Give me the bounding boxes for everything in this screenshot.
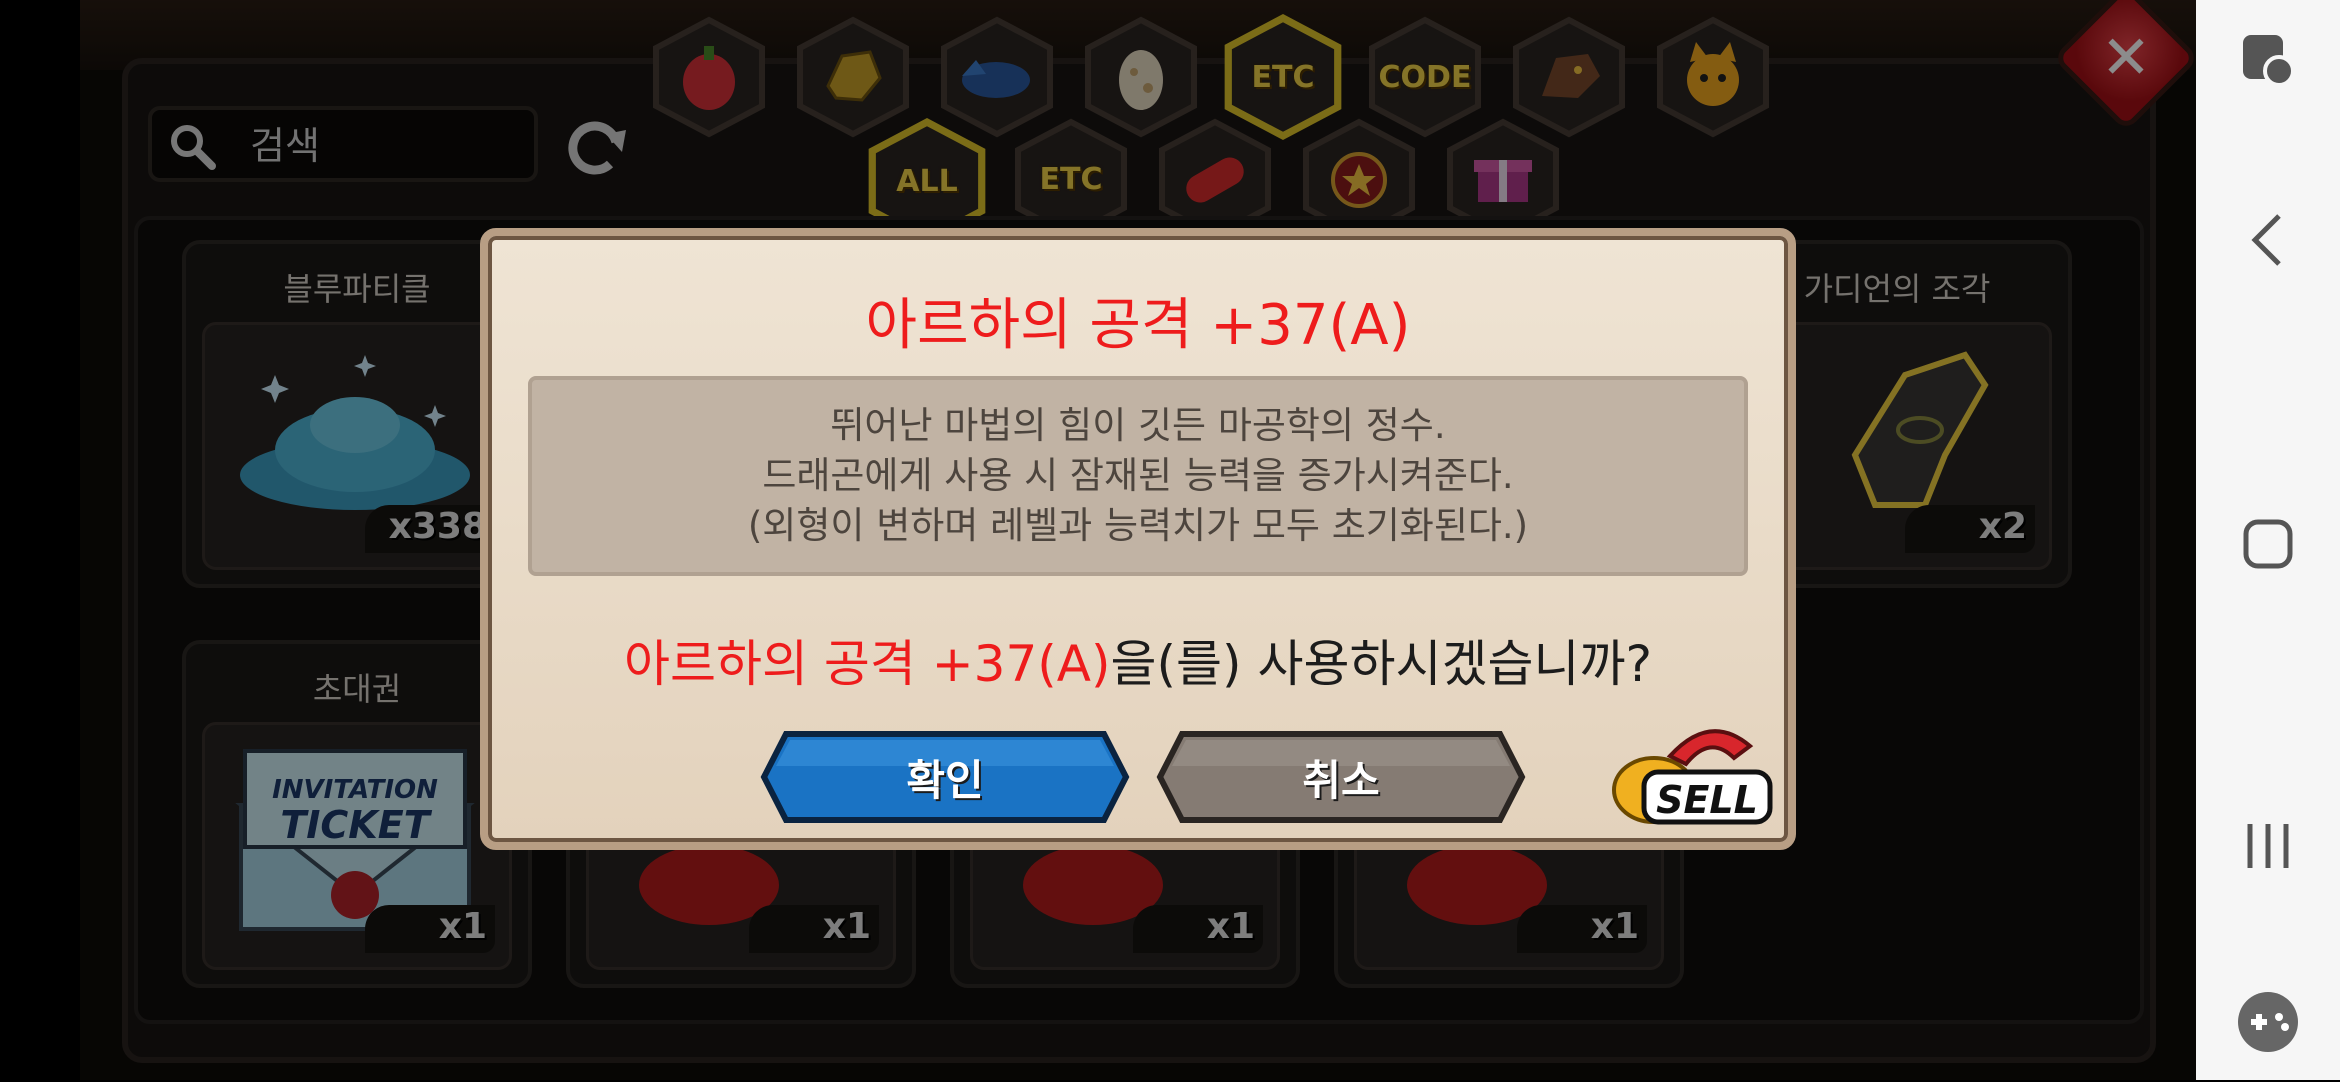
screen-lock-button[interactable]: [2196, 0, 2340, 120]
game-screen: ETC CODE ALL ETC ✕ 블루파티클: [0, 0, 2196, 1080]
question-suffix: 을(를) 사용하시겠습니까?: [1110, 635, 1652, 693]
home-icon: [2243, 519, 2293, 569]
back-button[interactable]: [2196, 180, 2340, 300]
back-icon: [2251, 214, 2281, 266]
touch-lock-icon: [2243, 35, 2295, 87]
home-button[interactable]: [2196, 484, 2340, 604]
item-description: 뛰어난 마법의 힘이 깃든 마공학의 정수. 드래곤에게 사용 시 잠재된 능력…: [528, 376, 1748, 576]
sell-label: SELL: [1656, 778, 1758, 822]
confirm-label: 확인: [906, 755, 984, 805]
question-item-name: 아르하의 공격 +37(A): [624, 635, 1111, 693]
recent-apps-icon: [2247, 824, 2289, 868]
cancel-label: 취소: [1302, 755, 1380, 805]
system-navigation-bar: [2196, 0, 2340, 1080]
description-line: 뛰어난 마법의 힘이 깃든 마공학의 정수.: [830, 404, 1446, 447]
sell-button[interactable]: SELL: [1610, 716, 1778, 834]
use-item-dialog: 아르하의 공격 +37(A) 뛰어난 마법의 힘이 깃든 마공학의 정수. 드래…: [480, 228, 1796, 850]
description-line: 드래곤에게 사용 시 잠재된 능력을 증가시켜준다.: [762, 454, 1514, 497]
dialog-title: 아르하의 공격 +37(A): [865, 293, 1411, 358]
confirm-question: 아르하의 공격 +37(A)을(를) 사용하시겠습니까?: [488, 624, 1788, 696]
cancel-button[interactable]: 취소: [1156, 730, 1526, 824]
game-tools-button[interactable]: [2196, 962, 2340, 1082]
confirm-button[interactable]: 확인: [760, 730, 1130, 824]
game-controller-icon: [2238, 992, 2298, 1052]
description-line: (외형이 변하며 레벨과 능력치가 모두 초기화된다.): [747, 504, 1529, 547]
recent-apps-button[interactable]: [2196, 786, 2340, 906]
